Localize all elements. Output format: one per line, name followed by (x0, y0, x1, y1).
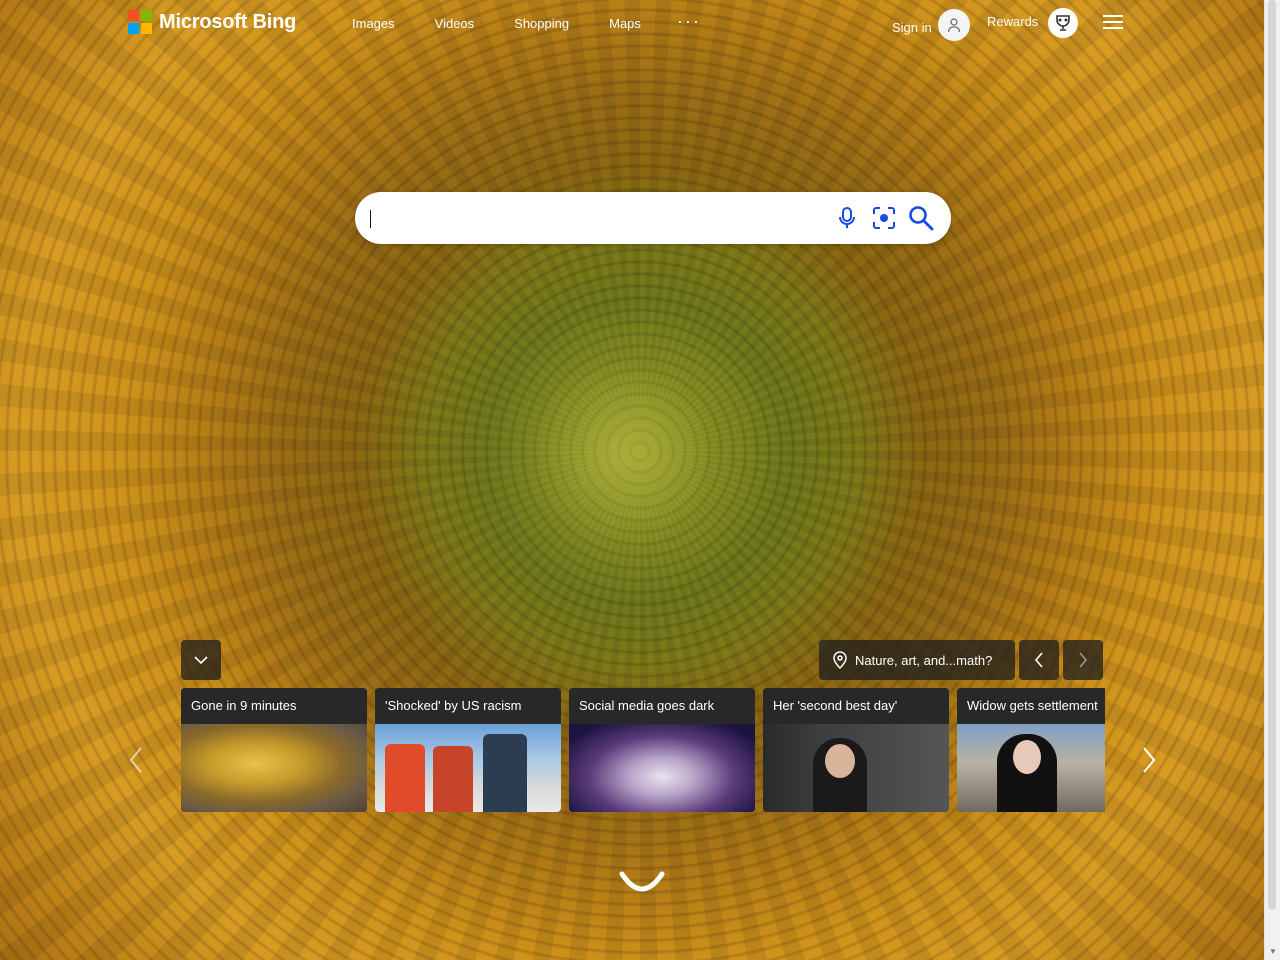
news-carousel: Gone in 9 minutes 'Shocked' by US racism… (181, 688, 1105, 812)
chevron-right-icon (1079, 652, 1088, 668)
news-next-arrow[interactable] (1137, 745, 1161, 775)
previous-image-button[interactable] (1019, 640, 1059, 680)
news-card-title: Widow gets settlement (957, 688, 1105, 724)
top-nav: Images Videos Shopping Maps ··· (352, 12, 741, 31)
scroll-down-arrow-icon[interactable]: ▼ (1269, 947, 1277, 956)
news-card[interactable]: Social media goes dark (569, 688, 755, 812)
loading-spinner-icon (619, 871, 665, 892)
news-prev-arrow[interactable] (124, 745, 148, 775)
scrollbar-thumb[interactable] (1268, 0, 1276, 910)
search-icon[interactable] (907, 204, 935, 232)
image-info-label: Nature, art, and...math? (855, 652, 993, 668)
sign-in-label: Sign in (892, 20, 932, 35)
next-image-button[interactable] (1063, 640, 1103, 680)
page-scrollbar[interactable]: ▼ (1264, 0, 1280, 960)
news-card-title: Her 'second best day' (763, 688, 949, 724)
news-card-title: Social media goes dark (569, 688, 755, 724)
nav-maps[interactable]: Maps (609, 16, 641, 31)
bing-logo[interactable]: Microsoft Bing (128, 10, 296, 34)
news-card-image (569, 724, 755, 812)
rewards-label[interactable]: Rewards (987, 14, 1038, 29)
news-card[interactable]: 'Shocked' by US racism (375, 688, 561, 812)
news-card-title: 'Shocked' by US racism (375, 688, 561, 724)
chevron-left-icon (1034, 652, 1043, 668)
chevron-left-icon (129, 747, 142, 773)
microphone-icon[interactable] (833, 204, 861, 232)
nav-more-button[interactable]: ··· (677, 12, 701, 31)
search-box[interactable] (355, 192, 951, 244)
chevron-down-icon (194, 656, 208, 665)
news-card[interactable]: Her 'second best day' (763, 688, 949, 812)
news-card-title: Gone in 9 minutes (181, 688, 367, 724)
news-card-image (763, 724, 949, 812)
menu-icon[interactable] (1103, 15, 1123, 30)
collapse-feed-button[interactable] (181, 640, 221, 680)
search-input[interactable] (371, 206, 805, 232)
nav-shopping[interactable]: Shopping (514, 16, 569, 31)
rewards-trophy-icon[interactable] (1048, 8, 1078, 38)
news-card-image (957, 724, 1105, 812)
logo-text: Microsoft Bing (159, 10, 297, 33)
microsoft-logo-icon (128, 10, 152, 34)
image-info-button[interactable]: Nature, art, and...math? (819, 640, 1015, 680)
chevron-right-icon (1143, 747, 1156, 773)
news-card-image (375, 724, 561, 812)
background-image-center (470, 305, 770, 605)
sign-in-button[interactable]: Sign in (892, 9, 970, 41)
news-card-image (181, 724, 367, 812)
header: Microsoft Bing Images Videos Shopping Ma… (0, 0, 1265, 46)
news-card[interactable]: Gone in 9 minutes (181, 688, 367, 812)
location-pin-icon (833, 651, 847, 669)
news-card[interactable]: Widow gets settlement (957, 688, 1105, 812)
nav-images[interactable]: Images (352, 16, 395, 31)
visual-search-icon[interactable] (870, 204, 898, 232)
avatar-icon (937, 9, 970, 41)
text-cursor (370, 210, 371, 228)
nav-videos[interactable]: Videos (435, 16, 475, 31)
